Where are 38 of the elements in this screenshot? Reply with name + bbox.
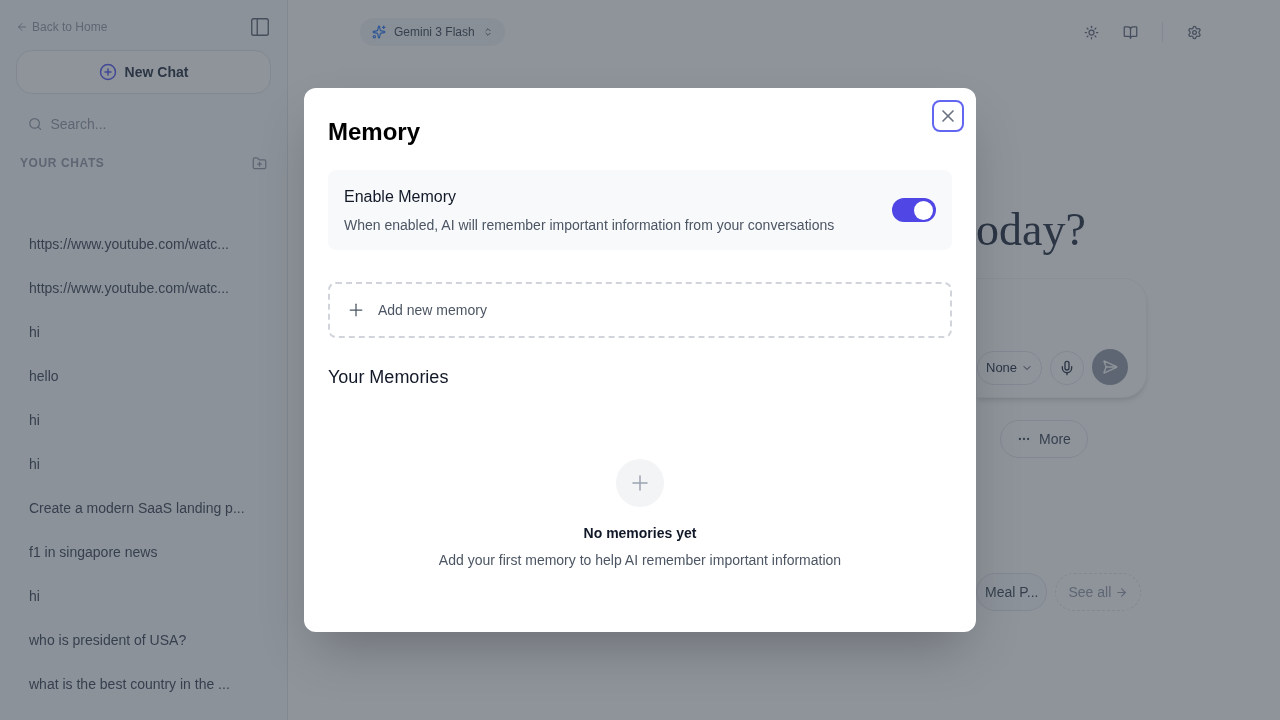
chat-item[interactable]: what is the best country in the ... — [16, 662, 271, 706]
send-button[interactable] — [1092, 349, 1129, 385]
empty-description: Add your first memory to help AI remember important information — [438, 551, 842, 570]
empty-plus-icon — [616, 459, 664, 507]
sun-icon[interactable] — [1084, 24, 1099, 40]
chat-item[interactable]: hello — [16, 354, 271, 398]
chat-item[interactable]: hi — [16, 574, 271, 618]
chevrons-icon — [482, 27, 493, 37]
chat-item[interactable]: https://www.youtube.com/watc... — [16, 222, 271, 266]
chat-item[interactable]: hi — [16, 310, 271, 354]
chat-item[interactable]: who is president of USA? — [16, 618, 271, 662]
add-memory-button[interactable]: Add new memory — [328, 282, 952, 338]
sparkle-icon — [372, 25, 386, 39]
chat-item[interactable]: https://www.youtube.com/watc... — [16, 266, 271, 310]
suggestion-chip[interactable]: Meal P... — [976, 573, 1048, 611]
search-icon — [28, 116, 43, 132]
send-icon — [1102, 359, 1119, 375]
empty-title: No memories yet — [583, 524, 697, 543]
arrow-left-icon — [16, 21, 28, 33]
welcome-heading: oday? — [976, 203, 1087, 257]
new-chat-button[interactable]: New Chat — [16, 50, 271, 94]
section-heading: Your Memories — [328, 366, 450, 389]
settings-icon[interactable] — [1187, 24, 1202, 40]
model-selector[interactable]: Gemini 3 Flash — [360, 18, 505, 46]
dialog-title: Memory — [328, 117, 421, 147]
chat-item[interactable]: f1 in singapore news — [16, 530, 271, 574]
chat-item[interactable]: hi — [16, 398, 271, 442]
arrow-right-icon — [1115, 585, 1129, 599]
folder-plus-icon[interactable] — [252, 155, 267, 171]
toggle-switch[interactable] — [892, 198, 936, 222]
plus-circle-icon — [98, 63, 117, 81]
sidebar-toggle-icon[interactable] — [249, 16, 271, 38]
book-icon[interactable] — [1123, 24, 1138, 40]
setting-description: When enabled, AI will remember important information from your conversations — [344, 215, 835, 235]
chat-item[interactable]: hi — [16, 442, 271, 486]
chat-item[interactable]: Create a modern SaaS landing p... — [16, 486, 271, 530]
setting-label: Enable Memory — [344, 186, 458, 207]
close-button[interactable] — [932, 100, 964, 132]
